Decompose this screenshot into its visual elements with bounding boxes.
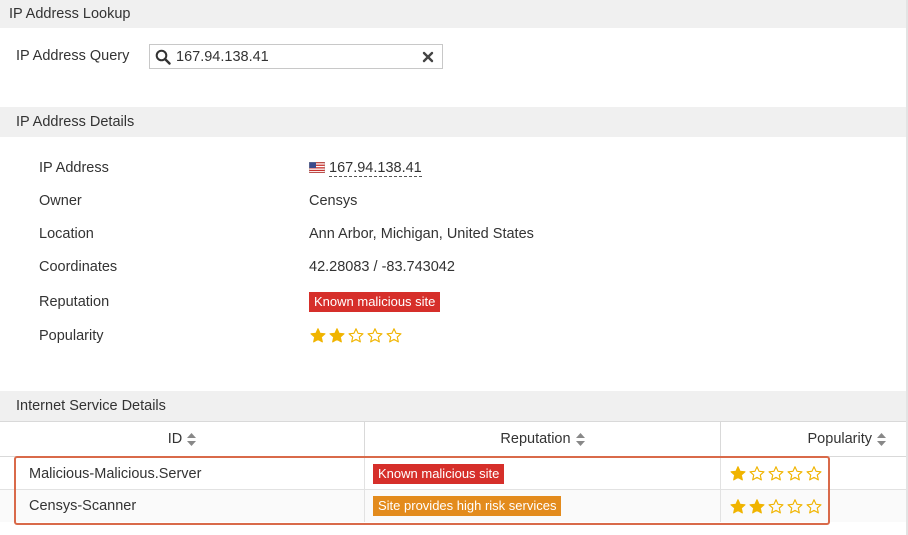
reputation-badge: Known malicious site — [373, 463, 505, 484]
service-reputation-cell: Site provides high risk services — [365, 490, 721, 522]
star-empty-icon — [768, 466, 784, 481]
table-row[interactable]: Censys-Scanner Site provides high risk s… — [0, 490, 906, 522]
star-filled-icon — [749, 498, 765, 513]
star-empty-icon — [806, 498, 822, 513]
service-popularity-cell — [721, 458, 906, 489]
star-empty-icon — [787, 498, 803, 513]
star-empty-icon — [348, 328, 364, 343]
popularity-stars — [729, 465, 823, 482]
star-empty-icon — [367, 328, 383, 343]
popularity-stars — [309, 327, 403, 344]
ip-address-link[interactable]: 167.94.138.41 — [329, 160, 422, 177]
service-id-cell: Malicious-Malicious.Server — [0, 458, 365, 489]
sort-icon[interactable] — [187, 432, 197, 446]
reputation-badge: Known malicious site — [309, 292, 441, 312]
star-empty-icon — [386, 328, 402, 343]
popularity-stars — [729, 498, 823, 515]
service-table-header: ID Reputation Popularity — [0, 421, 906, 457]
sort-icon[interactable] — [575, 432, 585, 446]
us-flag-icon — [308, 161, 326, 174]
ip-address-value[interactable]: 167.94.138.41 — [308, 160, 422, 177]
clear-icon[interactable] — [414, 45, 442, 68]
star-filled-icon — [730, 466, 746, 481]
sort-icon[interactable] — [877, 432, 886, 446]
location-label: Location — [39, 226, 94, 242]
location-value: Ann Arbor, Michigan, United States — [309, 226, 534, 242]
popularity-label: Popularity — [39, 328, 104, 344]
column-header-reputation[interactable]: Reputation — [365, 422, 721, 456]
lookup-section-title: IP Address Lookup — [9, 6, 131, 22]
service-section-header: Internet Service Details — [0, 391, 906, 421]
reputation-value: Known malicious site — [309, 292, 441, 312]
details-section-title: IP Address Details — [16, 114, 135, 130]
popularity-value — [309, 327, 403, 348]
coordinates-value: 42.28083 / -83.743042 — [309, 259, 455, 275]
star-filled-icon — [730, 498, 746, 513]
column-header-id[interactable]: ID — [0, 422, 365, 456]
reputation-label: Reputation — [39, 294, 110, 310]
owner-label: Owner — [39, 193, 82, 209]
service-reputation-cell: Known malicious site — [365, 458, 721, 489]
star-empty-icon — [806, 466, 822, 481]
reputation-badge: Site provides high risk services — [373, 496, 562, 516]
table-row[interactable]: Malicious-Malicious.Server Known malicio… — [0, 458, 906, 490]
star-filled-icon — [310, 328, 326, 343]
owner-value: Censys — [309, 193, 358, 209]
ip-search-box[interactable] — [149, 44, 443, 69]
service-section-title: Internet Service Details — [16, 398, 166, 414]
star-filled-icon — [329, 328, 345, 343]
coordinates-label: Coordinates — [39, 259, 118, 275]
query-label: IP Address Query — [16, 48, 130, 64]
star-empty-icon — [787, 466, 803, 481]
star-empty-icon — [768, 498, 784, 513]
lookup-section-header: IP Address Lookup — [0, 0, 906, 28]
ip-address-label: IP Address — [39, 160, 109, 176]
details-section-header: IP Address Details — [0, 107, 906, 137]
service-id-cell: Censys-Scanner — [0, 490, 365, 522]
column-header-popularity[interactable]: Popularity — [721, 422, 906, 456]
search-icon — [150, 45, 176, 68]
service-popularity-cell — [721, 490, 906, 522]
ip-query-input[interactable] — [176, 46, 414, 67]
star-empty-icon — [749, 466, 765, 481]
